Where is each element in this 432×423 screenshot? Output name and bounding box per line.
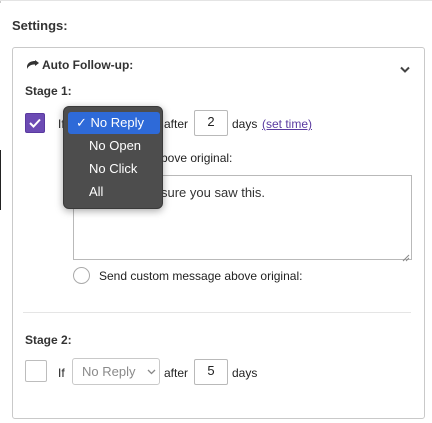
set-time-link[interactable]: (set time) [262, 117, 312, 131]
stage-2-if-label: If [58, 366, 65, 380]
auto-follow-up-header[interactable]: Auto Follow-up: [26, 58, 133, 72]
settings-title: Settings: [12, 18, 68, 33]
dropdown-option-no-open[interactable]: No Open [68, 135, 160, 157]
checkmark-icon: ✓ [76, 115, 87, 130]
resize-grip-icon[interactable] [401, 249, 410, 267]
stage-2-select-value: No Reply [82, 364, 136, 379]
custom-message-radio[interactable] [73, 267, 90, 284]
dropdown-option-all[interactable]: All [68, 181, 160, 203]
stage-2-after-label: after [164, 366, 189, 380]
auto-follow-up-title: Auto Follow-up: [42, 58, 134, 72]
option-above-original-label: bove original: [161, 151, 233, 165]
stage-1-days-label: days [232, 117, 258, 131]
stage-2-label: Stage 2: [25, 333, 72, 347]
stage-1-checkbox[interactable] [25, 113, 45, 133]
stage-1-after-label: after [164, 117, 189, 131]
stage-divider [23, 312, 411, 313]
chevron-down-icon[interactable] [400, 61, 410, 79]
stage-2-checkbox[interactable] [25, 360, 47, 382]
chevron-down-icon [147, 369, 156, 375]
stage-2-days-input[interactable]: 5 [194, 359, 228, 385]
custom-message-label: Send custom message above original: [99, 269, 303, 283]
dropdown-option-no-reply[interactable]: ✓ No Reply [68, 112, 160, 134]
dropdown-option-label: No Reply [90, 115, 144, 130]
stage-1-label: Stage 1: [25, 84, 72, 98]
stage-1-condition-dropdown[interactable]: ✓ No Reply No Open No Click All [63, 106, 163, 209]
checkmark-icon [29, 118, 41, 128]
reply-arrow-icon [27, 60, 39, 69]
left-edge-line [0, 150, 1, 210]
dropdown-option-no-click[interactable]: No Click [68, 158, 160, 180]
stage-1-days-input[interactable]: 2 [194, 110, 228, 136]
top-divider [0, 0, 432, 1]
message-text: sure you saw this. [161, 185, 266, 200]
stage-2-condition-select[interactable]: No Reply [72, 358, 160, 385]
stage-2-days-label: days [232, 366, 258, 380]
